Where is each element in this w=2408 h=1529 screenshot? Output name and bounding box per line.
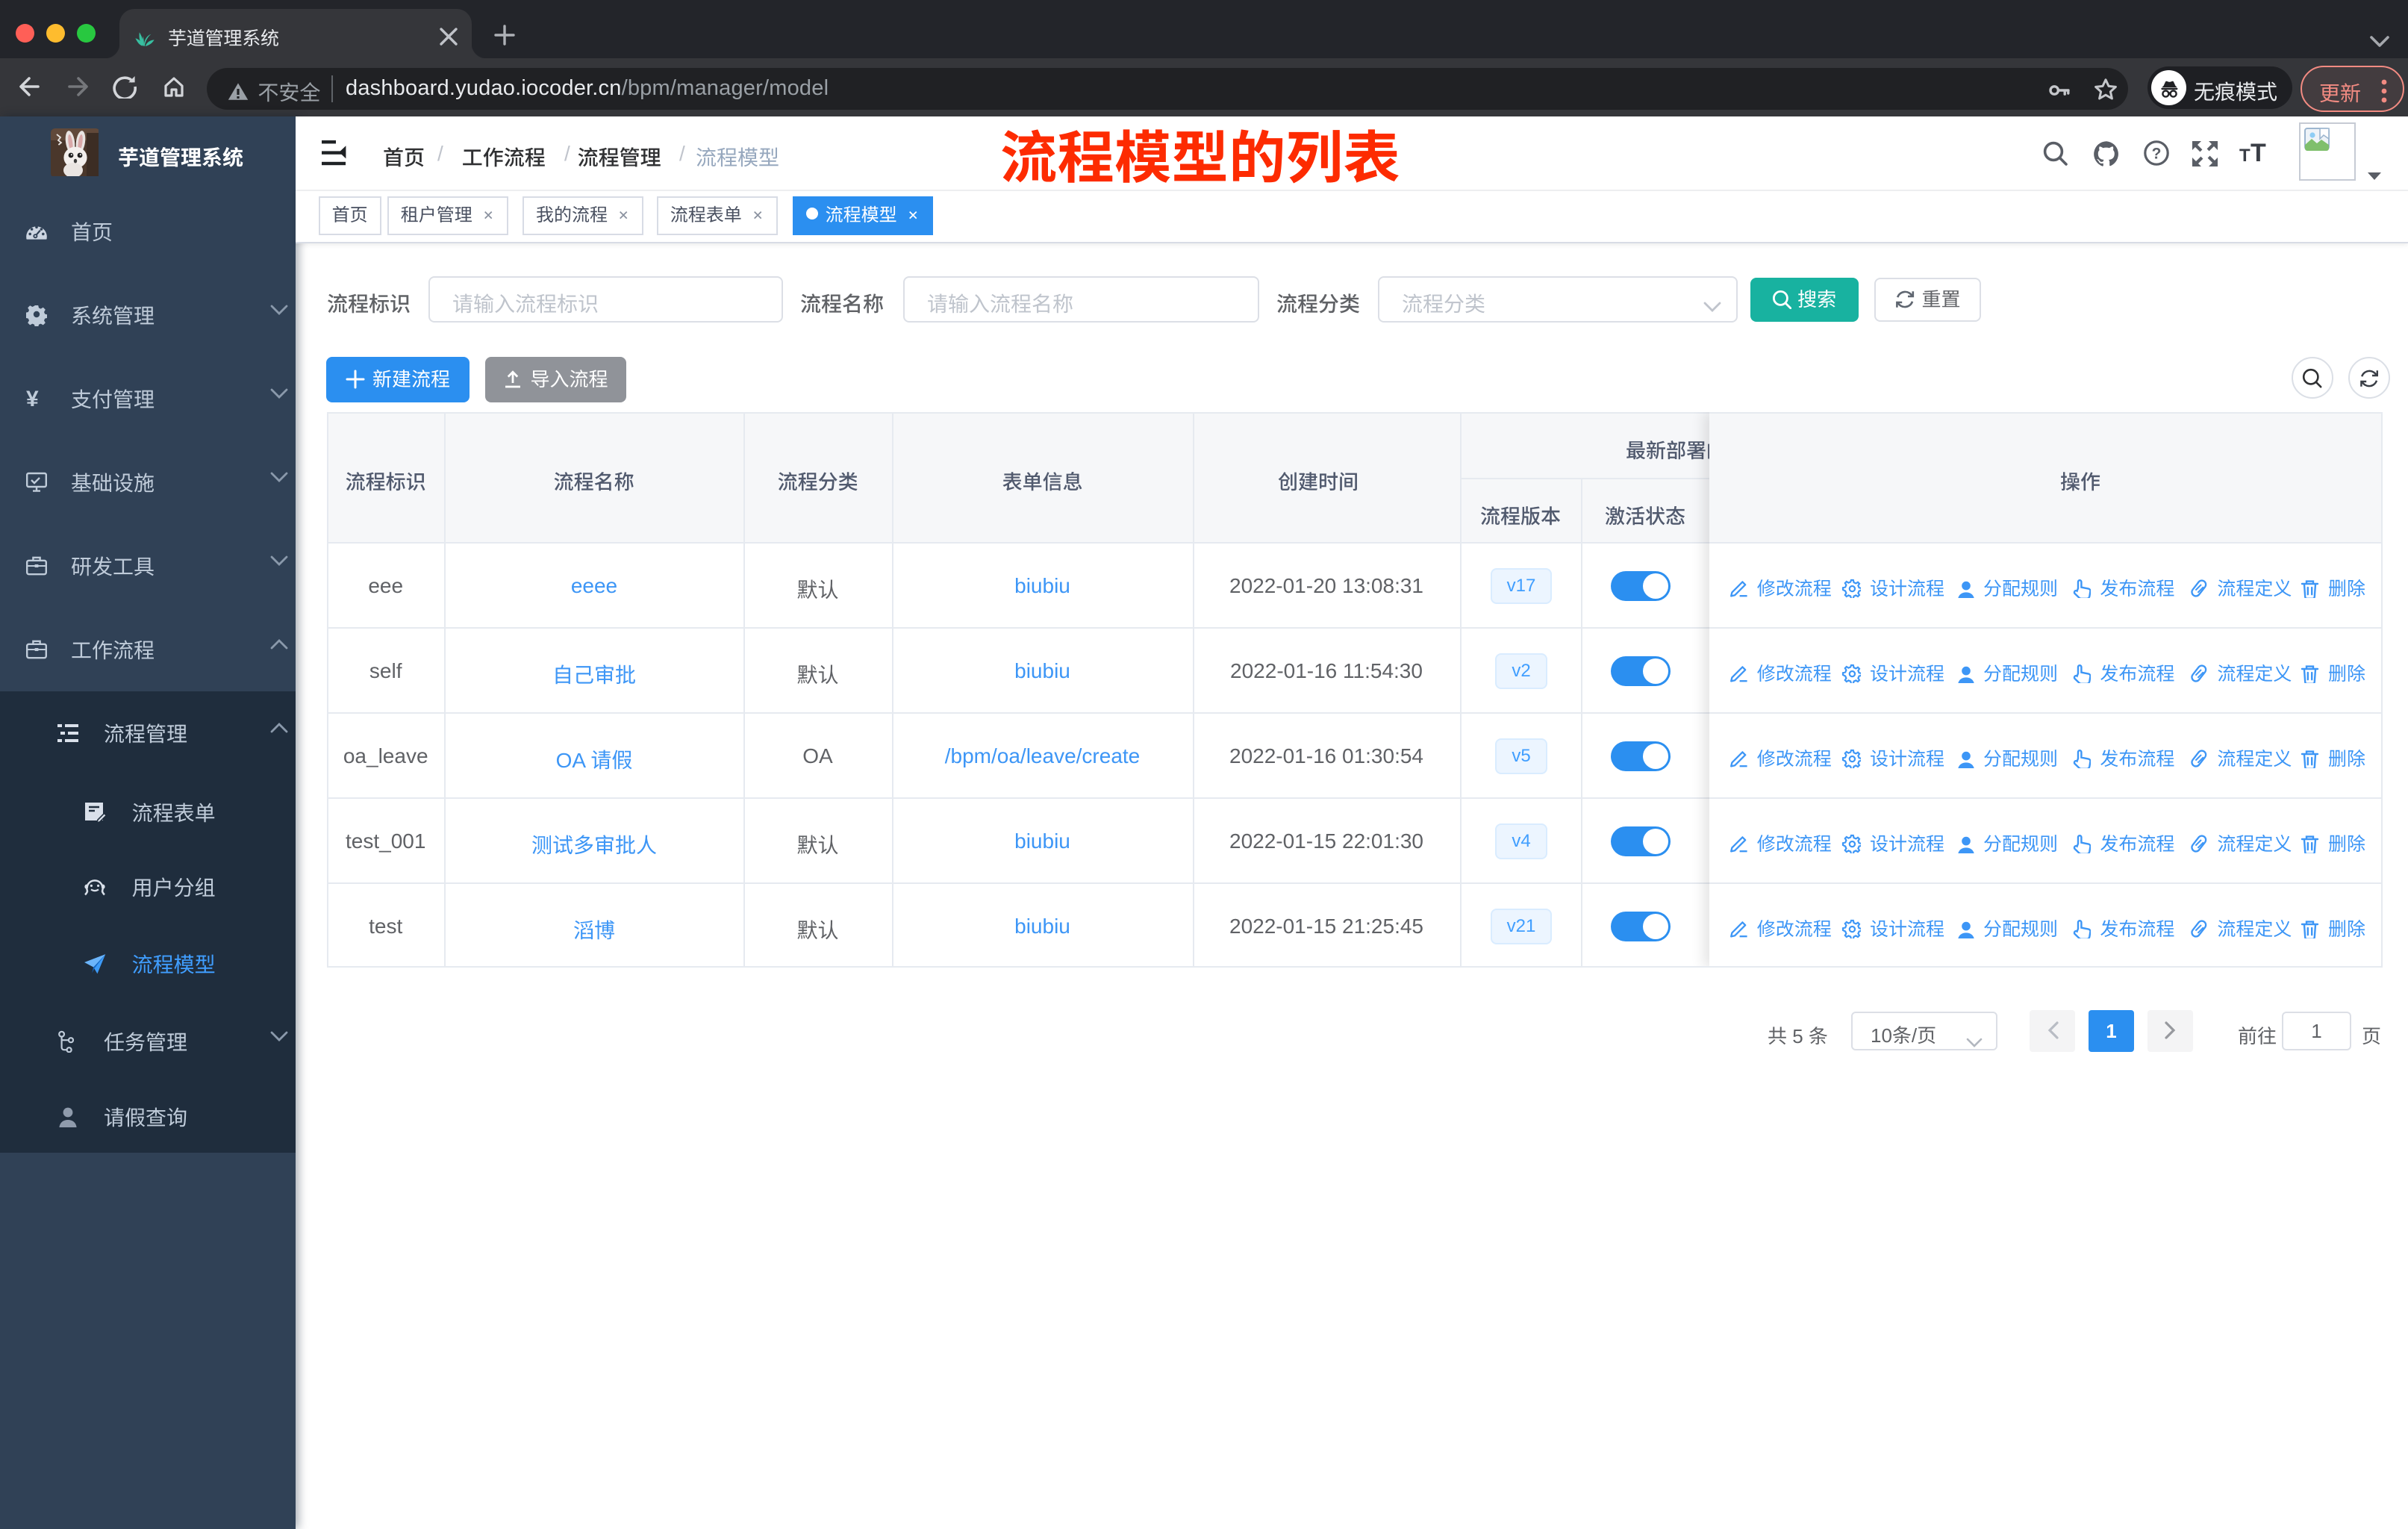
svg-text:T: T <box>2251 140 2266 167</box>
svg-text:?: ? <box>2152 145 2162 162</box>
svg-text:¥: ¥ <box>26 387 39 411</box>
svg-text:T: T <box>2239 146 2251 166</box>
